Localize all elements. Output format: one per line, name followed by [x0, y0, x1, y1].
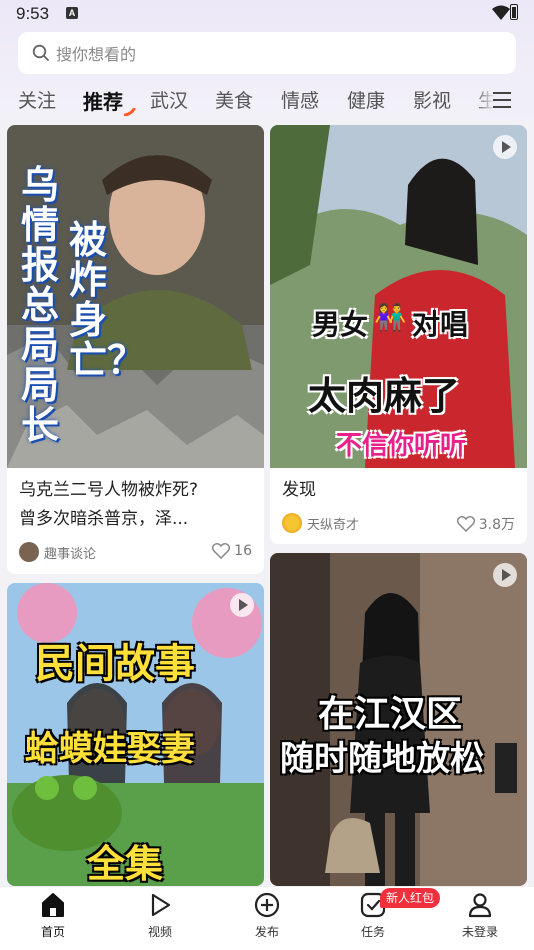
nav-video[interactable]: 视频: [120, 887, 200, 950]
notification-icon: A: [66, 7, 78, 19]
new-user-redpacket-badge[interactable]: 新人红包: [380, 888, 441, 908]
tab-emotion[interactable]: 情感: [281, 86, 319, 113]
thumbnail-caption-4: 不信你听听: [336, 431, 467, 461]
thumbnail-caption-1: 在江汉区: [318, 694, 463, 735]
thumbnail-caption-1: 乌情报总局局长: [21, 163, 60, 447]
battery-icon: [510, 4, 518, 20]
avatar: [19, 542, 39, 562]
user-icon: [468, 893, 492, 918]
tab-food[interactable]: 美食: [215, 86, 253, 113]
card-thumbnail: 男女 👫 对唱 太肉麻了 不信你听听: [270, 125, 527, 468]
card-thumbnail: 乌情报总局局长 被炸身亡？: [7, 125, 264, 468]
search-input[interactable]: 搜你想看的: [18, 32, 516, 74]
home-icon: [42, 893, 64, 917]
menu-icon[interactable]: [492, 91, 512, 109]
card-title-line-1: 发现: [282, 480, 316, 500]
bottom-navigation: 首页 视频 发布 任务 未登录: [0, 886, 534, 950]
category-tabs: 关注 推荐 武汉 美食 情感 健康 影视 生: [0, 82, 534, 118]
card-author[interactable]: 天纵奇才: [282, 513, 359, 533]
author-name: 天纵奇才: [307, 517, 360, 533]
nav-home[interactable]: 首页: [13, 887, 93, 950]
like-count[interactable]: 3.8万: [456, 514, 515, 534]
like-count-value: 16: [234, 543, 252, 559]
thumbnail-caption-2: 对唱: [412, 308, 469, 341]
card-author[interactable]: 趣事谈论: [19, 542, 96, 562]
nav-video-label: 视频: [147, 925, 172, 939]
plus-icon: [254, 892, 280, 918]
couple-emoji-icon: 👫: [374, 303, 407, 333]
thumbnail-caption-2: 蛤蟆娃娶妻: [25, 729, 195, 769]
thumbnail-caption-1: 民间故事: [35, 641, 195, 687]
thumbnail-caption-3: 全集: [87, 842, 164, 886]
thumbnail-caption-2: 被炸身亡？: [69, 218, 146, 382]
nav-tasks-label: 任务: [360, 925, 385, 939]
feed-card[interactable]: 男女 👫 对唱 太肉麻了 不信你听听 发现 天纵奇才 3.8万: [270, 125, 527, 544]
tab-follow[interactable]: 关注: [18, 86, 56, 113]
nav-publish[interactable]: 发布: [227, 887, 307, 950]
thumbnail-caption-1: 男女: [312, 308, 369, 341]
status-time: 9:53: [16, 4, 50, 23]
status-bar: 9:53 A: [0, 0, 534, 28]
tab-wuhan[interactable]: 武汉: [150, 86, 188, 113]
heart-icon: [212, 543, 231, 559]
tab-film[interactable]: 影视: [413, 86, 451, 113]
search-placeholder: 搜你想看的: [56, 45, 137, 64]
feed-card[interactable]: 民间故事 蛤蟆娃娶妻 全集: [7, 583, 264, 886]
card-thumbnail: 民间故事 蛤蟆娃娶妻 全集: [7, 583, 264, 886]
play-badge-icon: [493, 135, 517, 159]
nav-publish-label: 发布: [254, 925, 279, 939]
thumbnail-caption-2: 随时随地放松: [280, 739, 484, 779]
card-thumbnail: 在江汉区 随时随地放松: [270, 553, 527, 886]
card-title-line-1: 乌克兰二号人物被炸死?: [19, 480, 199, 500]
like-count-value: 3.8万: [478, 517, 515, 533]
nav-login-label: 未登录: [461, 925, 498, 939]
card-title-line-2: 曾多次暗杀普京，泽...: [19, 509, 189, 529]
tab-health[interactable]: 健康: [347, 86, 385, 113]
heart-icon: [456, 516, 475, 532]
feed-card[interactable]: 在江汉区 随时随地放松: [270, 553, 527, 886]
thumbnail-caption-3: 太肉麻了: [308, 374, 461, 418]
search-icon: [32, 44, 49, 61]
author-name: 趣事谈论: [44, 546, 97, 562]
like-count[interactable]: 16: [212, 543, 252, 559]
tab-recommend[interactable]: 推荐: [83, 86, 123, 115]
play-badge-icon: [493, 563, 517, 587]
nav-login[interactable]: 未登录: [440, 887, 520, 950]
play-badge-icon: [230, 593, 254, 617]
play-icon: [151, 893, 171, 917]
avatar: [282, 513, 302, 533]
wifi-icon: [492, 5, 510, 20]
feed-card[interactable]: 乌情报总局局长 被炸身亡？ 乌克兰二号人物被炸死? 曾多次暗杀普京，泽... 趣…: [7, 125, 264, 574]
nav-home-label: 首页: [40, 925, 65, 939]
active-tab-indicator: [124, 108, 136, 116]
